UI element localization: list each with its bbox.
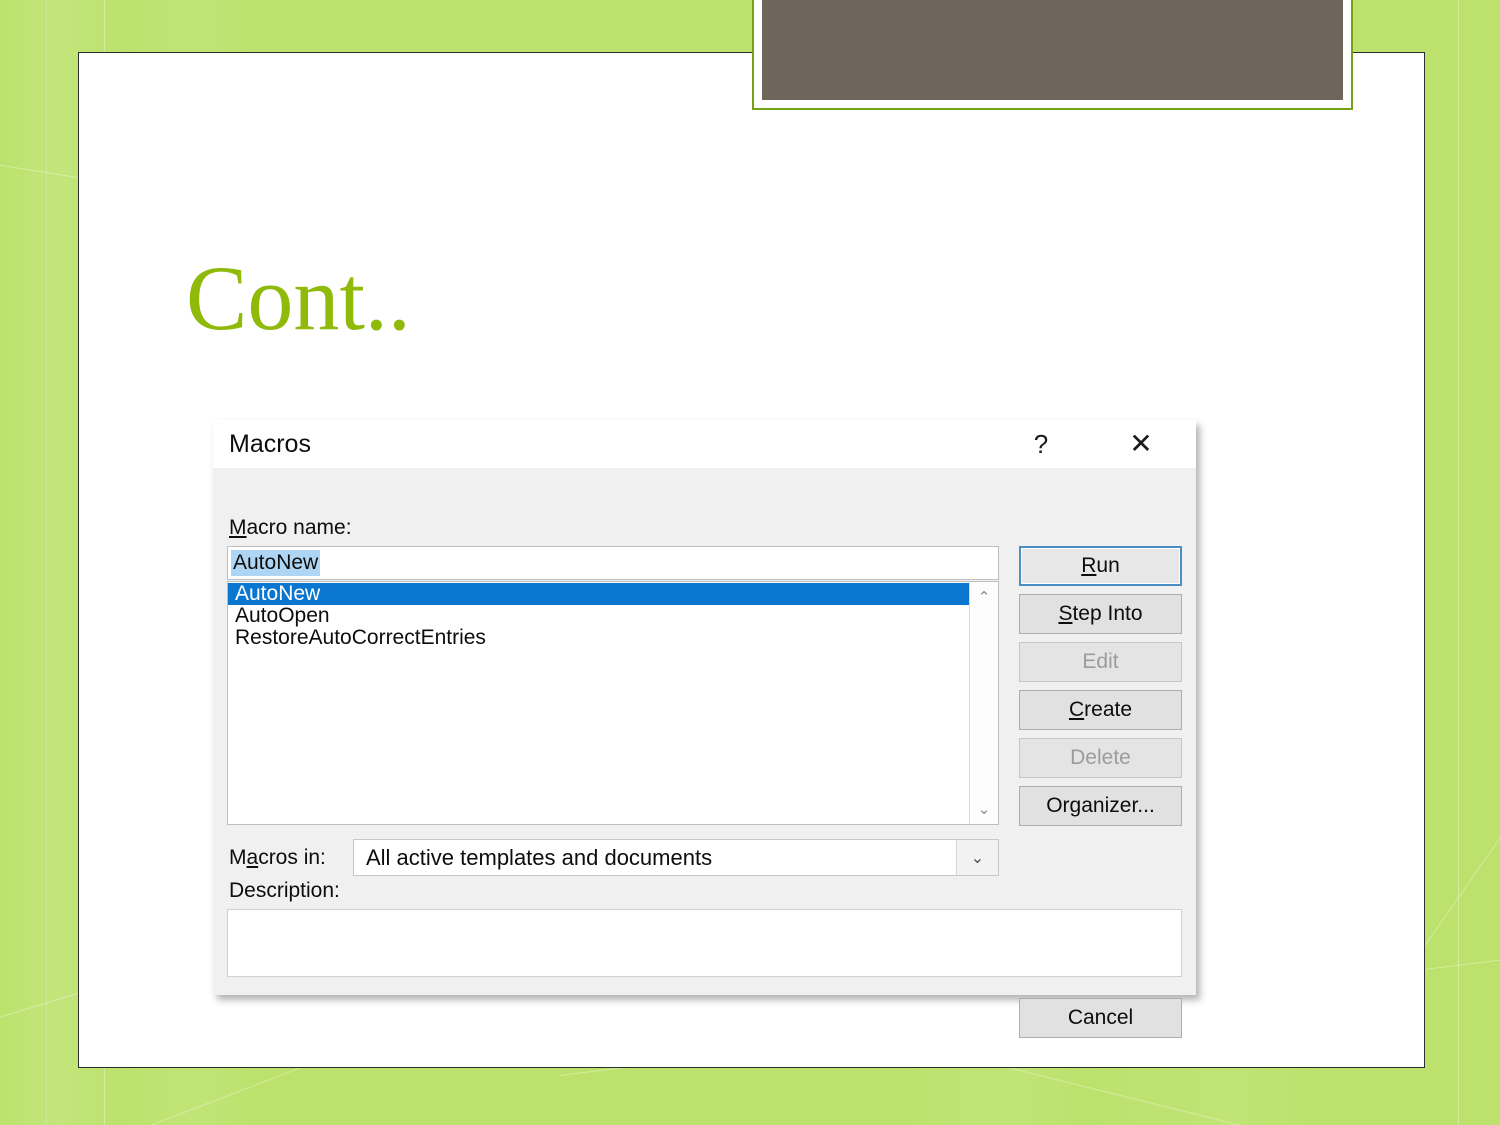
- edit-button: Edit: [1019, 642, 1182, 682]
- cancel-button[interactable]: Cancel: [1019, 998, 1182, 1038]
- macro-name-input[interactable]: AutoNew: [227, 546, 999, 580]
- list-item[interactable]: RestoreAutoCorrectEntries: [228, 627, 969, 649]
- macro-name-label-rest: acro name:: [246, 516, 352, 539]
- description-label: Description:: [229, 879, 340, 902]
- chevron-up-icon[interactable]: ⌃: [970, 584, 998, 610]
- list-item[interactable]: AutoOpen: [228, 605, 969, 627]
- macros-dialog: Macros ? ✕ Macro name: AutoNew AutoNew A…: [213, 420, 1196, 1038]
- macro-list-scrollbar[interactable]: ⌃ ⌄: [969, 582, 998, 824]
- macro-name-label-accel: M: [229, 516, 247, 539]
- dialog-title: Macros: [229, 430, 311, 458]
- macros-in-dropdown[interactable]: All active templates and documents ⌄: [353, 839, 999, 876]
- close-icon[interactable]: ✕: [1120, 426, 1162, 462]
- organizer-button[interactable]: Or g anizer...: [1019, 786, 1182, 826]
- dialog-body: Macro name: AutoNew AutoNew AutoOpen Res…: [213, 468, 1196, 1038]
- create-button-label: reate: [1084, 698, 1133, 721]
- dialog-titlebar: Macros ? ✕: [213, 420, 1196, 468]
- macro-name-label: Macro name:: [229, 516, 352, 540]
- macro-list[interactable]: AutoNew AutoOpen RestoreAutoCorrectEntri…: [227, 581, 999, 825]
- macros-in-label-rest: cros in:: [258, 846, 326, 869]
- create-button[interactable]: Create: [1019, 690, 1182, 730]
- list-item[interactable]: AutoNew: [228, 583, 969, 605]
- description-textarea[interactable]: [227, 909, 1182, 977]
- organizer-button-accel: g: [1069, 794, 1082, 817]
- delete-button: Delete: [1019, 738, 1182, 778]
- picture-placeholder-image: [762, 0, 1343, 100]
- organizer-button-pre: Or: [1046, 794, 1070, 817]
- macros-in-label-accel: a: [246, 846, 259, 869]
- macro-name-input-value: AutoNew: [231, 550, 321, 576]
- chevron-down-icon[interactable]: ⌄: [970, 796, 998, 822]
- macros-in-label: Macros in:: [229, 846, 326, 870]
- macros-in-label-pre: M: [229, 846, 247, 869]
- run-button[interactable]: Run: [1019, 546, 1182, 586]
- help-icon[interactable]: ?: [1020, 426, 1062, 462]
- chevron-down-icon[interactable]: ⌄: [956, 840, 998, 875]
- step-into-button-accel: S: [1058, 602, 1073, 625]
- run-button-label: un: [1096, 554, 1120, 577]
- step-into-button[interactable]: Step Into: [1019, 594, 1182, 634]
- picture-placeholder-frame: [752, 0, 1353, 110]
- background-stripe: [46, 0, 47, 1125]
- macro-list-items: AutoNew AutoOpen RestoreAutoCorrectEntri…: [228, 582, 969, 824]
- organizer-button-label: anizer...: [1081, 794, 1155, 817]
- step-into-button-label: tep Into: [1072, 602, 1143, 625]
- create-button-accel: C: [1068, 698, 1085, 721]
- background-diagonal-line: [979, 1060, 1500, 1125]
- background-stripe: [1458, 0, 1459, 1125]
- run-button-accel: R: [1081, 554, 1097, 577]
- page-title: Cont..: [186, 247, 411, 349]
- presentation-slide: Cont.. Macros ? ✕ Macro name: AutoNew Au…: [0, 0, 1500, 1125]
- macros-in-selected-value: All active templates and documents: [366, 844, 713, 870]
